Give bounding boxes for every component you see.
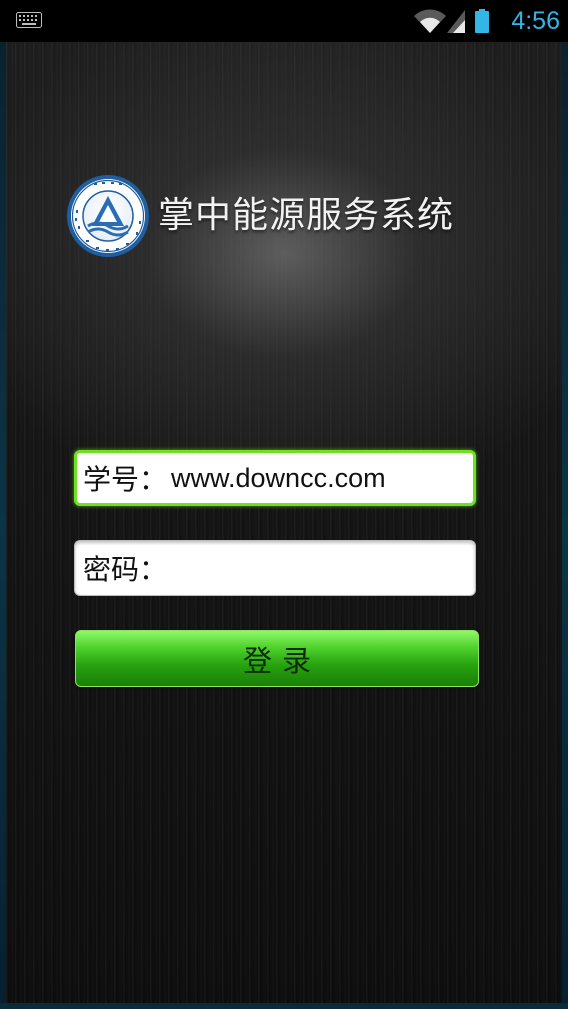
login-button-label: 登录 bbox=[242, 643, 321, 678]
university-logo-icon bbox=[67, 175, 149, 257]
login-button[interactable]: 登录 bbox=[75, 630, 479, 687]
password-label: 密码： bbox=[83, 553, 168, 586]
status-bar: 4:56 bbox=[0, 0, 568, 42]
battery-icon bbox=[475, 9, 489, 33]
app-title: 掌中能源服务系统 bbox=[158, 195, 455, 236]
bottom-edge-decoration bbox=[0, 1003, 568, 1009]
keyboard-icon bbox=[16, 12, 42, 28]
login-screen: 4:56 掌中能源服务系统 学号： www.downcc.com 密码： 登录 bbox=[0, 0, 568, 1009]
password-field[interactable]: 密码： bbox=[74, 540, 476, 596]
username-field[interactable]: 学号： www.downcc.com bbox=[74, 450, 476, 506]
right-edge-decoration bbox=[562, 42, 568, 1009]
username-label: 学号： bbox=[83, 463, 168, 496]
wifi-icon bbox=[414, 9, 446, 33]
status-clock: 4:56 bbox=[511, 7, 560, 35]
signal-icon bbox=[447, 10, 465, 33]
username-input[interactable]: www.downcc.com bbox=[171, 463, 386, 494]
